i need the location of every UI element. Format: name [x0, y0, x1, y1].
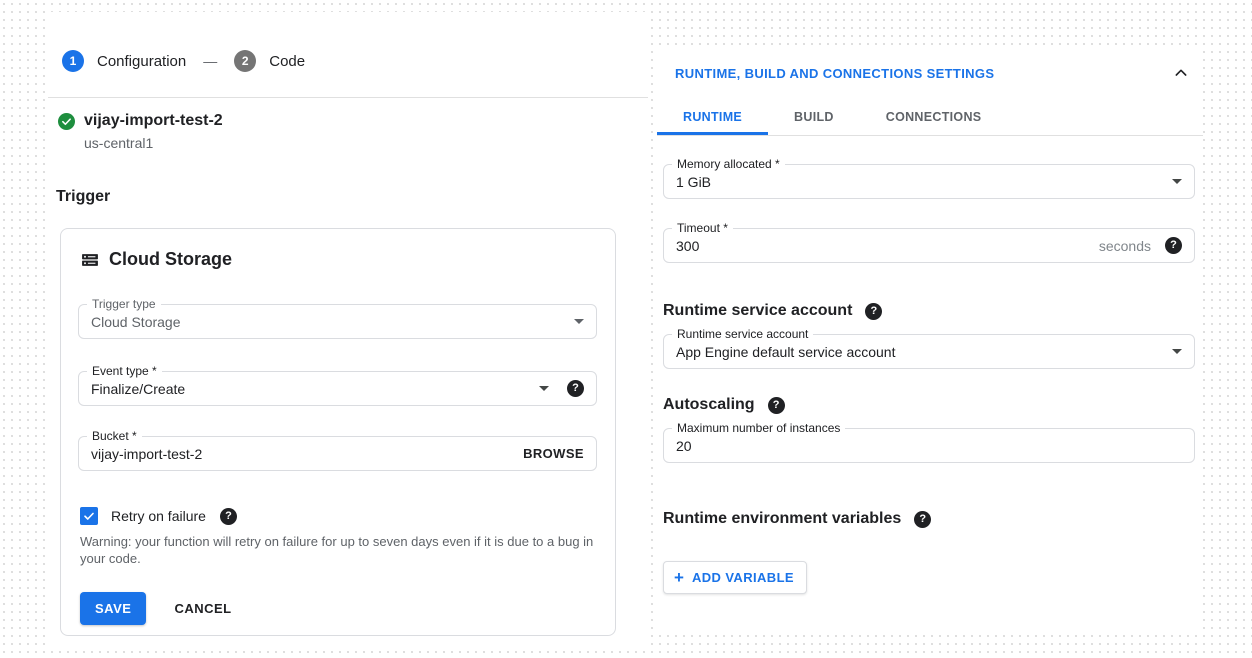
env-variables-heading: Runtime environment variables: [663, 510, 901, 528]
env-variables-heading-row: Runtime environment variables ?: [663, 510, 1203, 528]
retry-checkbox[interactable]: [80, 507, 98, 525]
browse-button[interactable]: BROWSE: [523, 446, 584, 461]
chevron-down-icon: [574, 319, 584, 324]
trigger-card-title-row: Cloud Storage: [80, 249, 597, 270]
chevron-up-icon[interactable]: [1173, 65, 1189, 81]
stepper-divider: [48, 97, 648, 98]
runtime-settings-panel: RUNTIME, BUILD AND CONNECTIONS SETTINGS …: [655, 48, 1203, 632]
memory-allocated-value: 1 GiB: [676, 174, 711, 190]
function-name-row: vijay-import-test-2: [58, 112, 648, 130]
step-separator: —: [203, 53, 217, 69]
chevron-down-icon: [1172, 179, 1182, 184]
memory-allocated-label: Memory allocated *: [672, 157, 785, 171]
trigger-type-value: Cloud Storage: [91, 314, 181, 330]
timeout-label: Timeout *: [672, 221, 733, 235]
bucket-input[interactable]: Bucket * vijay-import-test-2 BROWSE: [78, 436, 597, 471]
success-check-icon: [58, 113, 75, 130]
function-region: us-central1: [84, 135, 648, 151]
bucket-label: Bucket *: [87, 429, 142, 443]
settings-tabs: RUNTIME BUILD CONNECTIONS: [657, 102, 1203, 136]
timeout-input[interactable]: Timeout * 300 seconds ?: [663, 228, 1195, 263]
cancel-button[interactable]: CANCEL: [168, 592, 237, 625]
step-2-circle[interactable]: 2: [234, 50, 256, 72]
autoscaling-heading: Autoscaling: [663, 396, 755, 414]
event-type-value: Finalize/Create: [91, 381, 185, 397]
autoscaling-heading-row: Autoscaling ?: [663, 396, 1203, 414]
retry-on-failure-row: Retry on failure ?: [80, 507, 597, 525]
env-variables-help-icon[interactable]: ?: [914, 511, 931, 528]
max-instances-label: Maximum number of instances: [672, 421, 845, 435]
plus-icon: +: [674, 569, 684, 586]
function-name: vijay-import-test-2: [84, 112, 223, 130]
configuration-panel: 1 Configuration — 2 Code vijay-import-te…: [48, 12, 648, 648]
trigger-type-label: Trigger type: [87, 297, 161, 311]
bucket-value: vijay-import-test-2: [91, 446, 202, 462]
retry-checkbox-label[interactable]: Retry on failure: [111, 508, 206, 524]
service-account-heading: Runtime service account: [663, 302, 852, 320]
runtime-service-account-select[interactable]: Runtime service account App Engine defau…: [663, 334, 1195, 369]
add-variable-label: ADD VARIABLE: [692, 570, 794, 585]
service-account-heading-row: Runtime service account ?: [663, 302, 1203, 320]
timeout-unit-suffix: seconds: [1099, 238, 1151, 254]
retry-warning-text: Warning: your function will retry on fai…: [80, 533, 604, 567]
tab-runtime[interactable]: RUNTIME: [657, 102, 768, 135]
event-type-select[interactable]: Event type * Finalize/Create ?: [78, 371, 597, 406]
trigger-actions-row: SAVE CANCEL: [80, 592, 597, 625]
trigger-card-title: Cloud Storage: [109, 249, 232, 270]
memory-allocated-select[interactable]: Memory allocated * 1 GiB: [663, 164, 1195, 199]
timeout-value: 300: [676, 238, 699, 254]
timeout-help-icon[interactable]: ?: [1165, 237, 1182, 254]
step-2-label[interactable]: Code: [269, 53, 305, 70]
chevron-down-icon: [539, 386, 549, 391]
max-instances-input[interactable]: Maximum number of instances 20: [663, 428, 1195, 463]
event-type-help-icon[interactable]: ?: [567, 380, 584, 397]
autoscaling-help-icon[interactable]: ?: [768, 397, 785, 414]
service-account-help-icon[interactable]: ?: [865, 303, 882, 320]
tab-connections[interactable]: CONNECTIONS: [860, 102, 1008, 135]
chevron-down-icon: [1172, 349, 1182, 354]
step-1-label[interactable]: Configuration: [97, 53, 186, 70]
add-variable-button[interactable]: + ADD VARIABLE: [663, 561, 807, 594]
runtime-service-account-label: Runtime service account: [672, 327, 813, 341]
wizard-stepper: 1 Configuration — 2 Code: [62, 50, 648, 72]
settings-expander-label[interactable]: RUNTIME, BUILD AND CONNECTIONS SETTINGS: [675, 66, 994, 81]
step-1-circle[interactable]: 1: [62, 50, 84, 72]
cloud-storage-icon: [80, 250, 100, 270]
runtime-service-account-value: App Engine default service account: [676, 344, 895, 360]
retry-help-icon[interactable]: ?: [220, 508, 237, 525]
settings-expander[interactable]: RUNTIME, BUILD AND CONNECTIONS SETTINGS: [655, 48, 1203, 81]
trigger-card: Cloud Storage Trigger type Cloud Storage…: [60, 228, 616, 636]
event-type-label: Event type *: [87, 364, 162, 378]
trigger-type-select[interactable]: Trigger type Cloud Storage: [78, 304, 597, 339]
trigger-section-heading: Trigger: [56, 188, 648, 206]
tab-build[interactable]: BUILD: [768, 102, 860, 135]
save-button[interactable]: SAVE: [80, 592, 146, 625]
max-instances-value: 20: [676, 438, 692, 454]
